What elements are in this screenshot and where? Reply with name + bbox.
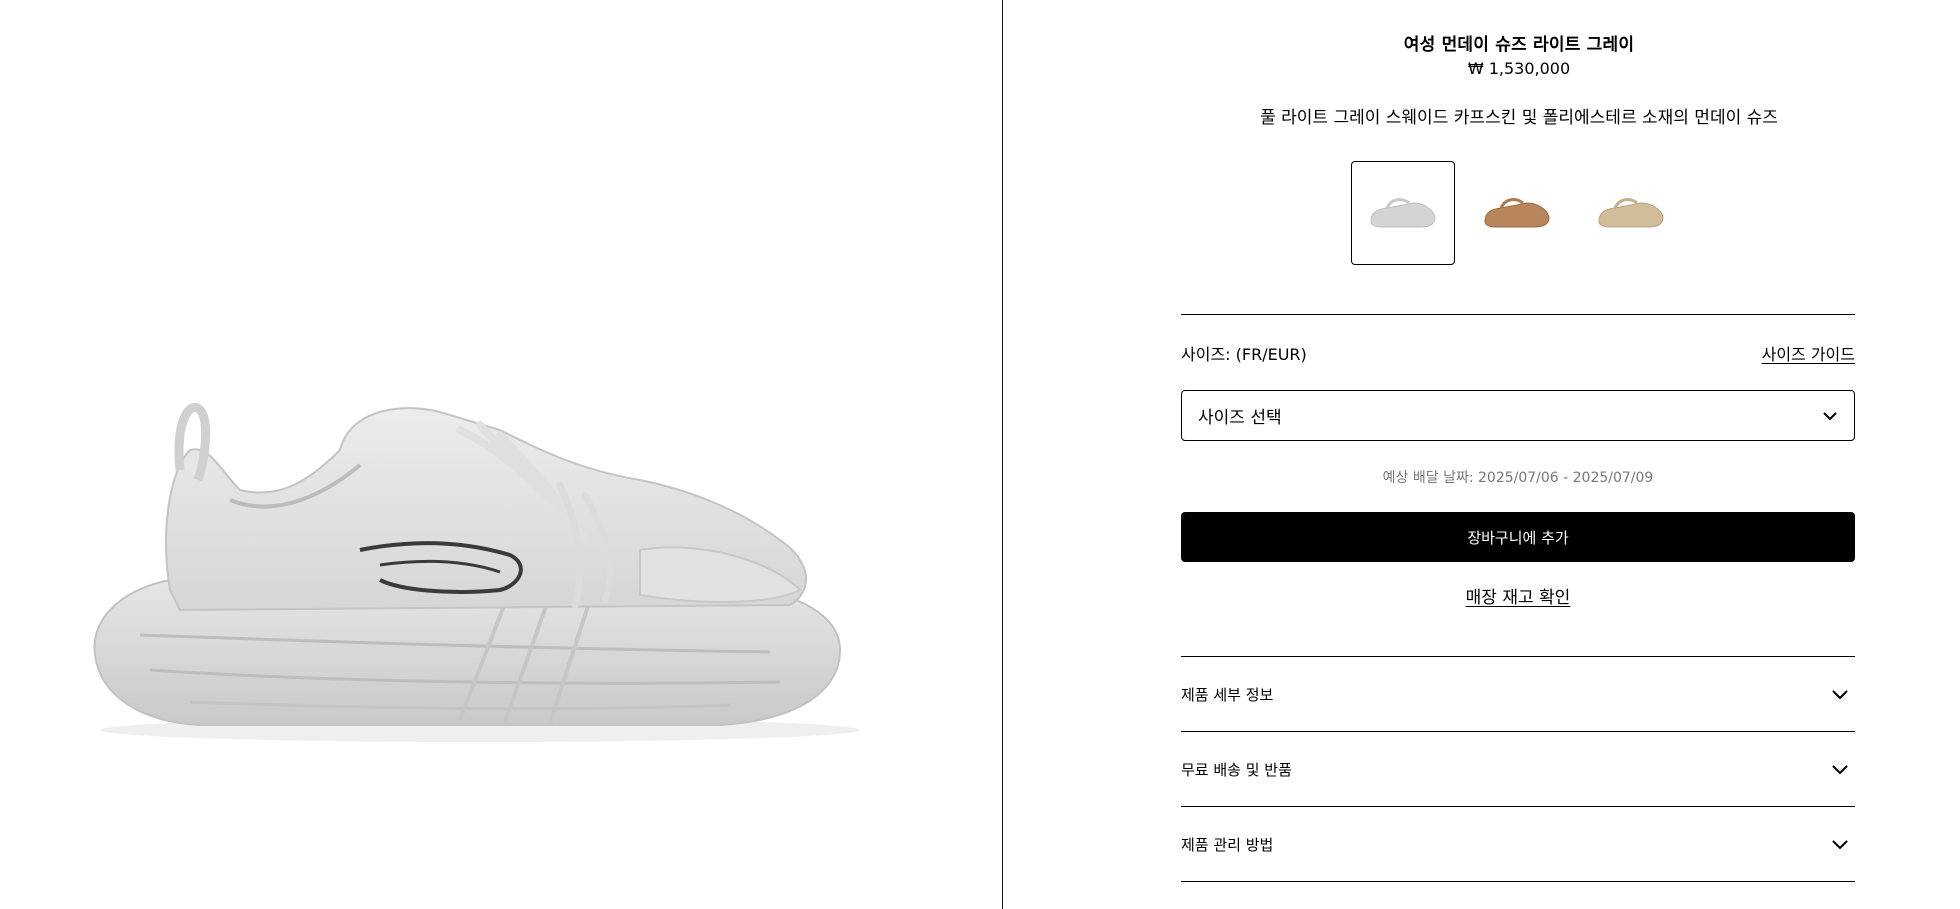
accordion-label: 제품 관리 방법 [1181,835,1274,854]
swatch-beige[interactable] [1579,161,1683,265]
divider [1181,881,1855,882]
swatch-brown[interactable] [1465,161,1569,265]
estimated-delivery: 예상 배달 날짜: 2025/07/06 - 2025/07/09 [1382,470,1654,486]
add-to-cart-button[interactable]: 장바구니에 추가 [1181,512,1855,562]
swatch-shoe-image [1598,198,1664,228]
accordion-care-instructions[interactable]: 제품 관리 방법 [1181,807,1855,881]
size-select[interactable]: 사이즈 선택 [1181,390,1855,441]
product-price: ₩ 1,530,000 [1467,59,1571,78]
size-label: 사이즈: (FR/EUR) [1181,345,1307,364]
size-guide-link[interactable]: 사이즈 가이드 [1762,341,1855,365]
product-title: 여성 먼데이 슈즈 라이트 그레이 [1403,35,1635,55]
swatch-light-grey[interactable] [1351,161,1455,265]
size-select-value: 사이즈 선택 [1198,408,1282,428]
product-description: 풀 라이트 그레이 스웨이드 카프스킨 및 폴리에스테르 소재의 먼데이 슈즈 [1260,108,1778,128]
accordion-product-details[interactable]: 제품 세부 정보 [1181,657,1855,731]
swatch-shoe-image [1484,198,1550,228]
accordion-label: 제품 세부 정보 [1181,685,1274,704]
chevron-down-icon [1832,839,1848,849]
chevron-down-icon [1832,764,1848,774]
accordion-label: 무료 배송 및 반품 [1181,760,1292,779]
chevron-down-icon [1832,689,1848,699]
chevron-down-icon [1823,411,1837,420]
color-swatches [1351,161,1683,265]
accordion-shipping-returns[interactable]: 무료 배송 및 반품 [1181,732,1855,806]
product-image-pane [0,0,1003,909]
product-image [93,403,860,742]
check-store-stock-link[interactable]: 매장 재고 확인 [1181,583,1855,608]
product-detail-pane: 여성 먼데이 슈즈 라이트 그레이 ₩ 1,530,000 풀 라이트 그레이 … [1004,0,1960,909]
divider [1181,314,1855,315]
swatch-shoe-image [1370,198,1436,228]
